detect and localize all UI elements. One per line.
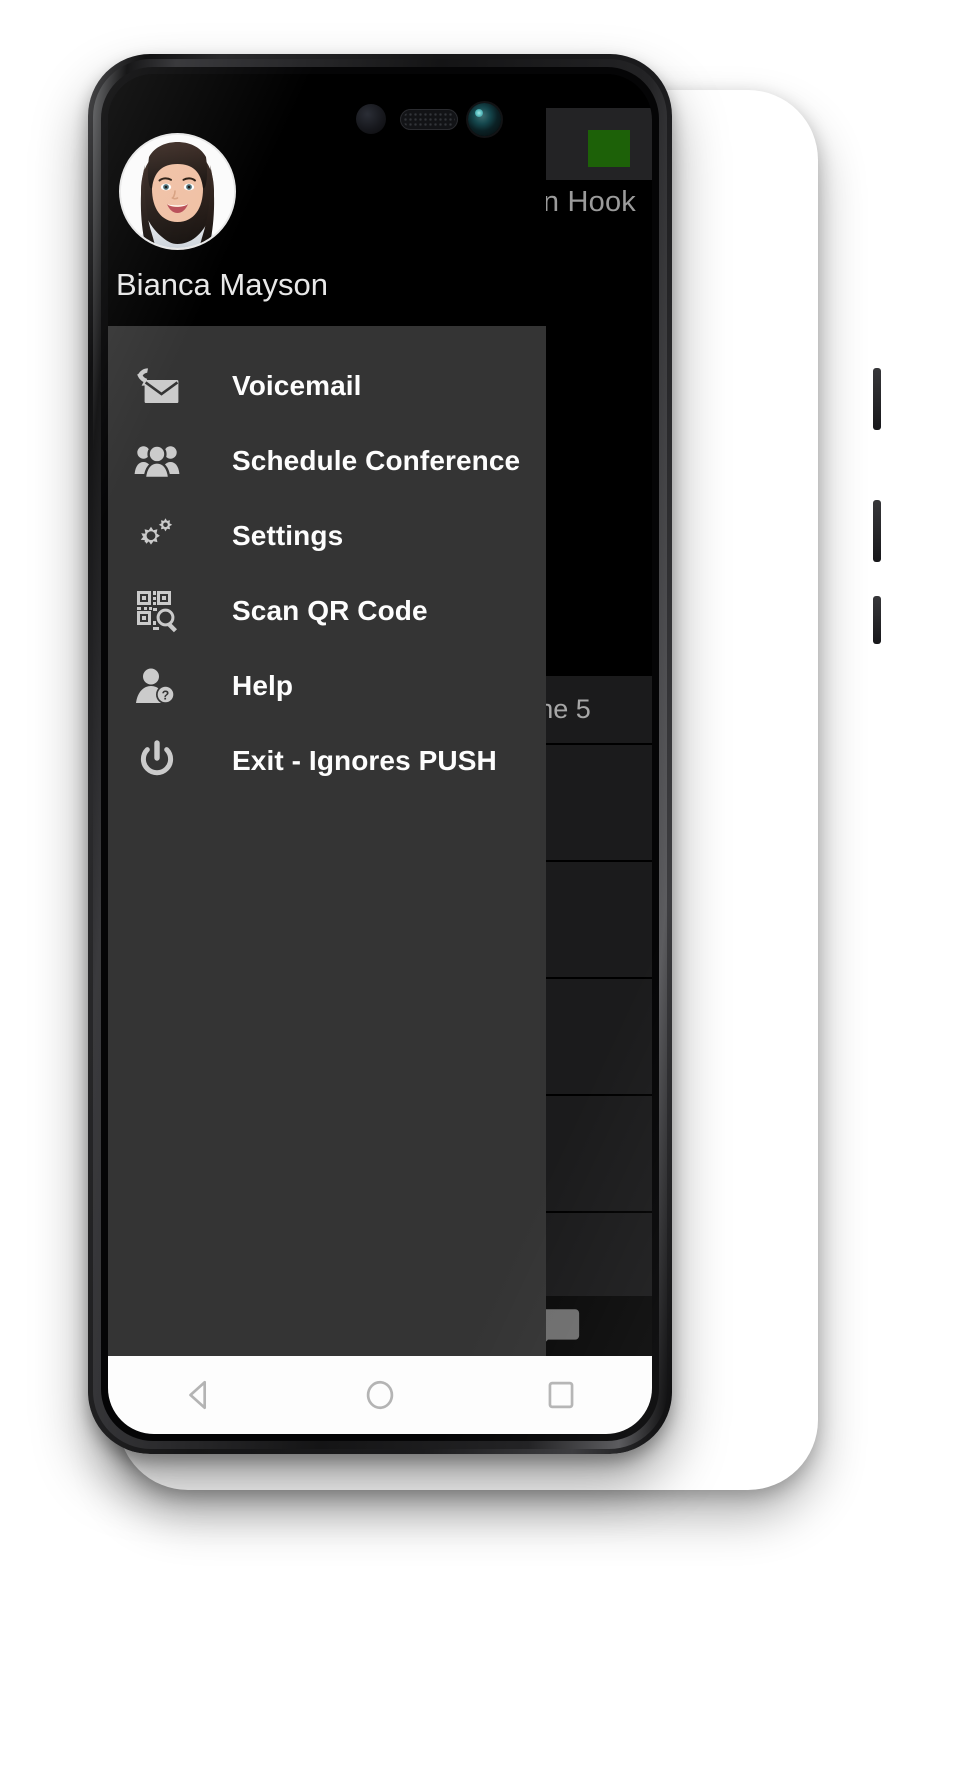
drawer-menu-panel: Voicemail Schedule Conference Settings S… [108, 326, 546, 1434]
proximity-sensor [356, 104, 386, 134]
menu-item-voicemail-label: Voicemail [232, 369, 362, 401]
menu-item-help[interactable]: ? Help [108, 648, 546, 723]
gears-icon [128, 513, 186, 559]
front-camera [468, 103, 501, 136]
earpiece-speaker [400, 109, 458, 130]
menu-item-exit[interactable]: Exit - Ignores PUSH [108, 723, 546, 798]
avatar[interactable] [121, 135, 234, 248]
group-people-icon [128, 438, 186, 484]
svg-text:?: ? [162, 688, 170, 702]
menu-item-settings-label: Settings [232, 519, 344, 551]
menu-item-settings[interactable]: Settings [108, 498, 546, 573]
menu-item-exit-label: Exit - Ignores PUSH [232, 744, 497, 776]
phone-side-button-2[interactable] [873, 500, 881, 562]
screenshot-canvas: On Hook Line 4 Line 5 3 DEF 6 MNO [0, 0, 959, 1784]
phone-side-button-3[interactable] [873, 596, 881, 644]
qr-scan-icon [128, 588, 186, 634]
home-circle-icon[interactable] [353, 1368, 407, 1422]
menu-item-voicemail[interactable]: Voicemail [108, 348, 546, 423]
menu-item-help-label: Help [232, 669, 294, 701]
overview-square-icon[interactable] [534, 1368, 588, 1422]
phone-screen: On Hook Line 4 Line 5 3 DEF 6 MNO [108, 74, 652, 1434]
menu-item-scan-qr-code[interactable]: Scan QR Code [108, 573, 546, 648]
menu-item-schedule-conference-label: Schedule Conference [232, 444, 521, 476]
voicemail-envelope-icon [128, 363, 186, 409]
menu-item-schedule-conference[interactable]: Schedule Conference [108, 423, 546, 498]
person-question-icon: ? [128, 663, 186, 709]
drawer-user-name: Bianca Mayson [116, 267, 328, 302]
menu-item-scan-qr-code-label: Scan QR Code [232, 594, 428, 626]
power-icon [128, 738, 186, 784]
status-indicator [588, 130, 630, 167]
phone-side-button-1[interactable] [873, 368, 881, 430]
android-navigation-bar [108, 1356, 652, 1434]
navigation-drawer: Bianca Mayson Voicemail Schedule Confere… [108, 74, 546, 1434]
drawer-menu-list: Voicemail Schedule Conference Settings S… [108, 326, 546, 798]
back-triangle-icon[interactable] [172, 1368, 226, 1422]
